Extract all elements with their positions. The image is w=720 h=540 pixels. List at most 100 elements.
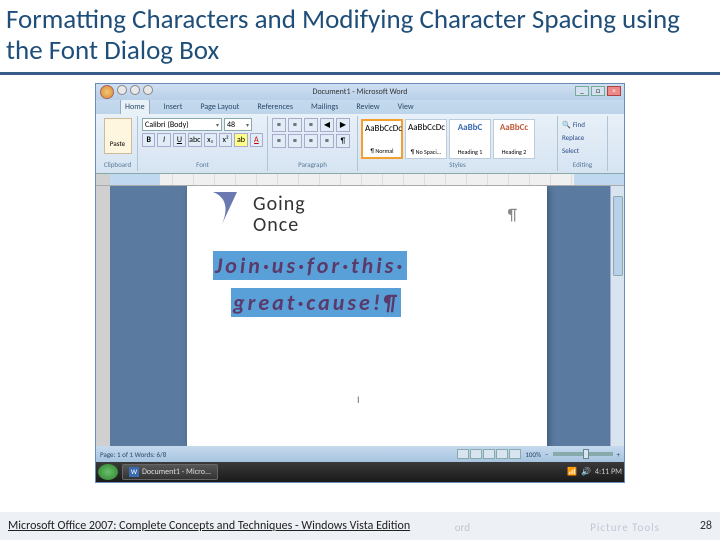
view-web-layout[interactable] (483, 449, 495, 459)
close-button[interactable]: × (607, 86, 621, 96)
select-label: Select (562, 146, 579, 155)
select-button[interactable]: Select (562, 146, 603, 155)
tab-review[interactable]: Review (352, 100, 383, 114)
strike-button[interactable]: abc (188, 133, 201, 147)
qat-undo[interactable] (130, 85, 140, 95)
font-size-combo[interactable]: 48 ▾ (224, 118, 252, 131)
qat-redo[interactable] (143, 85, 153, 95)
bold-button[interactable]: B (142, 133, 155, 147)
italic-button[interactable]: I (157, 133, 170, 147)
tray-icon[interactable]: 🔊 (581, 467, 591, 477)
zoom-slider[interactable] (553, 452, 613, 456)
document-scroll[interactable]: Going Once ¶ Join·us·for·this· great·cau… (110, 186, 624, 446)
view-buttons (457, 449, 521, 459)
ruler-vertical[interactable] (96, 186, 110, 446)
vertical-scrollbar[interactable] (610, 186, 624, 446)
style-name: Heading 2 (496, 148, 532, 156)
paragraph-group: ≡ ≡ ≡ ◀ ▶ ≡ ≡ ≡ ≡ ¶ Paragraph (268, 116, 358, 171)
paragraph-mark-icon: ¶ (508, 206, 517, 225)
tab-insert[interactable]: Insert (160, 100, 187, 114)
doc-heading-line2: Once (253, 215, 527, 236)
font-name-combo[interactable]: Calibri (Body) ▾ (142, 118, 222, 131)
style-preview: AaBbC (452, 122, 488, 133)
slide-title: Formatting Characters and Modifying Char… (0, 0, 720, 68)
taskbar-word-item[interactable]: W Document1 - Micro... (122, 464, 218, 480)
bullets-button[interactable]: ≡ (272, 118, 286, 132)
clipboard-label: Clipboard (102, 160, 133, 169)
editing-group: 🔍Find Replace Select Editing (558, 116, 608, 171)
tab-view[interactable]: View (394, 100, 418, 114)
selected-text[interactable]: Join·us·for·this· (213, 251, 407, 280)
word-screenshot: Document1 - Microsoft Word _ □ × Home In… (95, 83, 625, 483)
indent-dec-button[interactable]: ◀ (320, 118, 334, 132)
title-underline (0, 72, 720, 75)
window-title: Document1 - Microsoft Word (313, 87, 408, 97)
tab-references[interactable]: References (253, 100, 297, 114)
system-tray: 📶 🔊 4:11 PM (567, 467, 622, 477)
style-no-spacing[interactable]: AaBbCcDc ¶ No Spaci... (405, 119, 447, 159)
tab-page-layout[interactable]: Page Layout (196, 100, 243, 114)
numbering-button[interactable]: ≡ (288, 118, 302, 132)
underline-button[interactable]: U (173, 133, 186, 147)
tab-home[interactable]: Home (120, 99, 150, 114)
slide-footer: Microsoft Office 2007: Complete Concepts… (0, 512, 720, 540)
maximize-button[interactable]: □ (591, 86, 605, 96)
font-color-button[interactable]: A (250, 133, 263, 147)
zoom-out-button[interactable]: − (545, 450, 549, 459)
view-outline[interactable] (496, 449, 508, 459)
styles-label: Styles (360, 160, 555, 169)
scrollbar-thumb[interactable] (613, 196, 623, 276)
font-name-value: Calibri (Body) (145, 120, 189, 130)
subscript-button[interactable]: x₂ (204, 133, 217, 147)
ribbon-tabs: Home Insert Page Layout References Maili… (96, 100, 624, 114)
tray-clock[interactable]: 4:11 PM (595, 467, 622, 477)
style-normal[interactable]: AaBbCcDc ¶ Normal (361, 119, 403, 159)
ruler[interactable] (96, 174, 624, 186)
justify-button[interactable]: ≡ (320, 134, 334, 148)
zoom-in-button[interactable]: + (617, 450, 621, 459)
chevron-down-icon: ▾ (246, 121, 249, 129)
align-center-button[interactable]: ≡ (288, 134, 302, 148)
align-left-button[interactable]: ≡ (272, 134, 286, 148)
footer-text: Microsoft Office 2007: Complete Concepts… (8, 519, 410, 533)
align-right-button[interactable]: ≡ (304, 134, 318, 148)
editing-label: Editing (562, 160, 603, 169)
replace-button[interactable]: Replace (562, 133, 603, 142)
page[interactable]: Going Once ¶ Join·us·for·this· great·cau… (187, 186, 547, 446)
view-draft[interactable] (509, 449, 521, 459)
tray-icon[interactable]: 📶 (567, 467, 577, 477)
clipboard-group: Paste Clipboard (98, 116, 138, 171)
zoom-percent[interactable]: 100% (525, 450, 541, 459)
zoom-slider-thumb[interactable] (583, 449, 589, 459)
multilevel-button[interactable]: ≡ (304, 118, 318, 132)
style-heading2[interactable]: AaBbCc Heading 2 (493, 119, 535, 159)
ruler-right-margin (574, 174, 624, 185)
office-button[interactable] (100, 85, 114, 99)
indent-inc-button[interactable]: ▶ (336, 118, 350, 132)
view-full-screen[interactable] (470, 449, 482, 459)
chevron-down-icon: ▾ (216, 121, 219, 129)
view-print-layout[interactable] (457, 449, 469, 459)
ruler-horizontal[interactable] (110, 174, 624, 185)
quick-access-toolbar (100, 85, 153, 99)
minimize-button[interactable]: _ (575, 86, 589, 96)
start-button[interactable] (98, 464, 118, 480)
font-group-label: Font (142, 160, 263, 169)
paste-button[interactable]: Paste (104, 118, 132, 154)
font-size-value: 48 (227, 120, 235, 130)
status-page-words: Page: 1 of 1 Words: 6/8 (100, 450, 166, 459)
style-name: ¶ No Spaci... (408, 148, 444, 156)
tab-mailings[interactable]: Mailings (307, 100, 342, 114)
show-marks-button[interactable]: ¶ (336, 134, 350, 148)
superscript-button[interactable]: x² (219, 133, 232, 147)
paragraph-label: Paragraph (272, 160, 353, 169)
highlight-button[interactable]: ab (234, 133, 247, 147)
ribbon: Paste Clipboard Calibri (Body)▾ 48▾ B I … (96, 114, 624, 174)
style-preview: AaBbCcDc (408, 122, 444, 133)
selected-text[interactable]: great·cause!¶ (231, 288, 401, 317)
ruler-corner (96, 174, 110, 185)
qat-save[interactable] (117, 85, 127, 95)
style-heading1[interactable]: AaBbC Heading 1 (449, 119, 491, 159)
word-icon: W (129, 467, 139, 477)
find-button[interactable]: 🔍Find (562, 120, 603, 129)
